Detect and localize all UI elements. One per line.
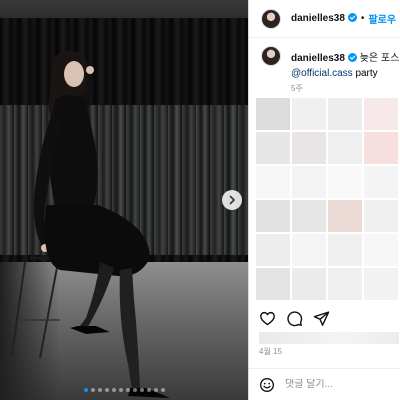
comment-bar	[249, 368, 400, 400]
likes-count-blurred	[259, 332, 399, 344]
comment-input[interactable]	[285, 379, 395, 390]
verified-badge-icon	[347, 13, 357, 22]
post-caption: danielles38 늦은 포스팅 @official.cass party …	[261, 46, 400, 94]
caption-avatar[interactable]	[261, 46, 281, 66]
blurred-tile	[364, 234, 398, 266]
blurred-tile	[328, 234, 362, 266]
carousel-dot	[146, 388, 151, 392]
blurred-tile	[292, 132, 326, 164]
blurred-tile	[364, 166, 398, 198]
carousel-dot	[118, 388, 123, 392]
blurred-tile	[328, 166, 362, 198]
chevron-right-icon	[229, 195, 235, 205]
post-date[interactable]: 4월 15	[259, 346, 282, 357]
carousel-dot	[153, 388, 158, 392]
blurred-tile	[328, 268, 362, 300]
blurred-tile	[292, 200, 326, 232]
blurred-tile	[256, 268, 290, 300]
blurred-tile	[364, 200, 398, 232]
caption-text: 늦은 포스팅	[359, 52, 400, 64]
comments-blurred	[256, 98, 400, 304]
blurred-tile	[256, 166, 290, 198]
carousel-dot	[90, 388, 95, 392]
carousel-dot	[111, 388, 116, 392]
blurred-tile	[256, 132, 290, 164]
share-icon[interactable]	[313, 310, 330, 327]
follow-button[interactable]: 팔로우	[368, 11, 396, 26]
carousel-dot	[97, 388, 102, 392]
blurred-tile	[328, 98, 362, 130]
post-actions	[249, 306, 400, 330]
caption-mention[interactable]: @official.cass	[291, 68, 353, 79]
verified-badge-icon	[347, 52, 357, 62]
blurred-tile	[292, 234, 326, 266]
carousel-dot	[139, 388, 144, 392]
caption-username[interactable]: danielles38	[291, 53, 345, 64]
post-photo[interactable]	[0, 0, 248, 400]
header-username-text[interactable]: danielles38	[291, 13, 345, 24]
blurred-tile	[292, 98, 326, 130]
blurred-tile	[364, 98, 398, 130]
header-separator: •	[360, 13, 365, 24]
blurred-tile	[328, 200, 362, 232]
header-username[interactable]: danielles38	[291, 13, 357, 24]
blurred-tile	[256, 98, 290, 130]
instagram-post-view: danielles38 • 팔로우 danielles38 늦은 포스팅 @of…	[0, 0, 400, 400]
carousel-indicator	[0, 388, 248, 392]
blurred-tile	[292, 268, 326, 300]
avatar[interactable]	[261, 8, 281, 29]
heart-icon[interactable]	[259, 310, 276, 327]
post-header: danielles38 • 팔로우	[249, 0, 400, 38]
blurred-tile	[364, 132, 398, 164]
blurred-tile	[364, 268, 398, 300]
emoji-icon[interactable]	[259, 377, 275, 393]
caption-time[interactable]: 5주	[291, 83, 400, 94]
carousel-dot	[132, 388, 137, 392]
blurred-tile	[328, 132, 362, 164]
carousel-dot	[125, 388, 130, 392]
blurred-tile	[256, 200, 290, 232]
carousel-dot	[83, 388, 88, 392]
photo-subject	[11, 51, 170, 398]
carousel-dot	[104, 388, 109, 392]
caption-text-after: party	[355, 68, 378, 79]
blurred-tile	[256, 234, 290, 266]
comment-icon[interactable]	[286, 310, 303, 327]
next-slide-button[interactable]	[222, 190, 242, 210]
carousel-dot	[160, 388, 165, 392]
blurred-tile	[292, 166, 326, 198]
